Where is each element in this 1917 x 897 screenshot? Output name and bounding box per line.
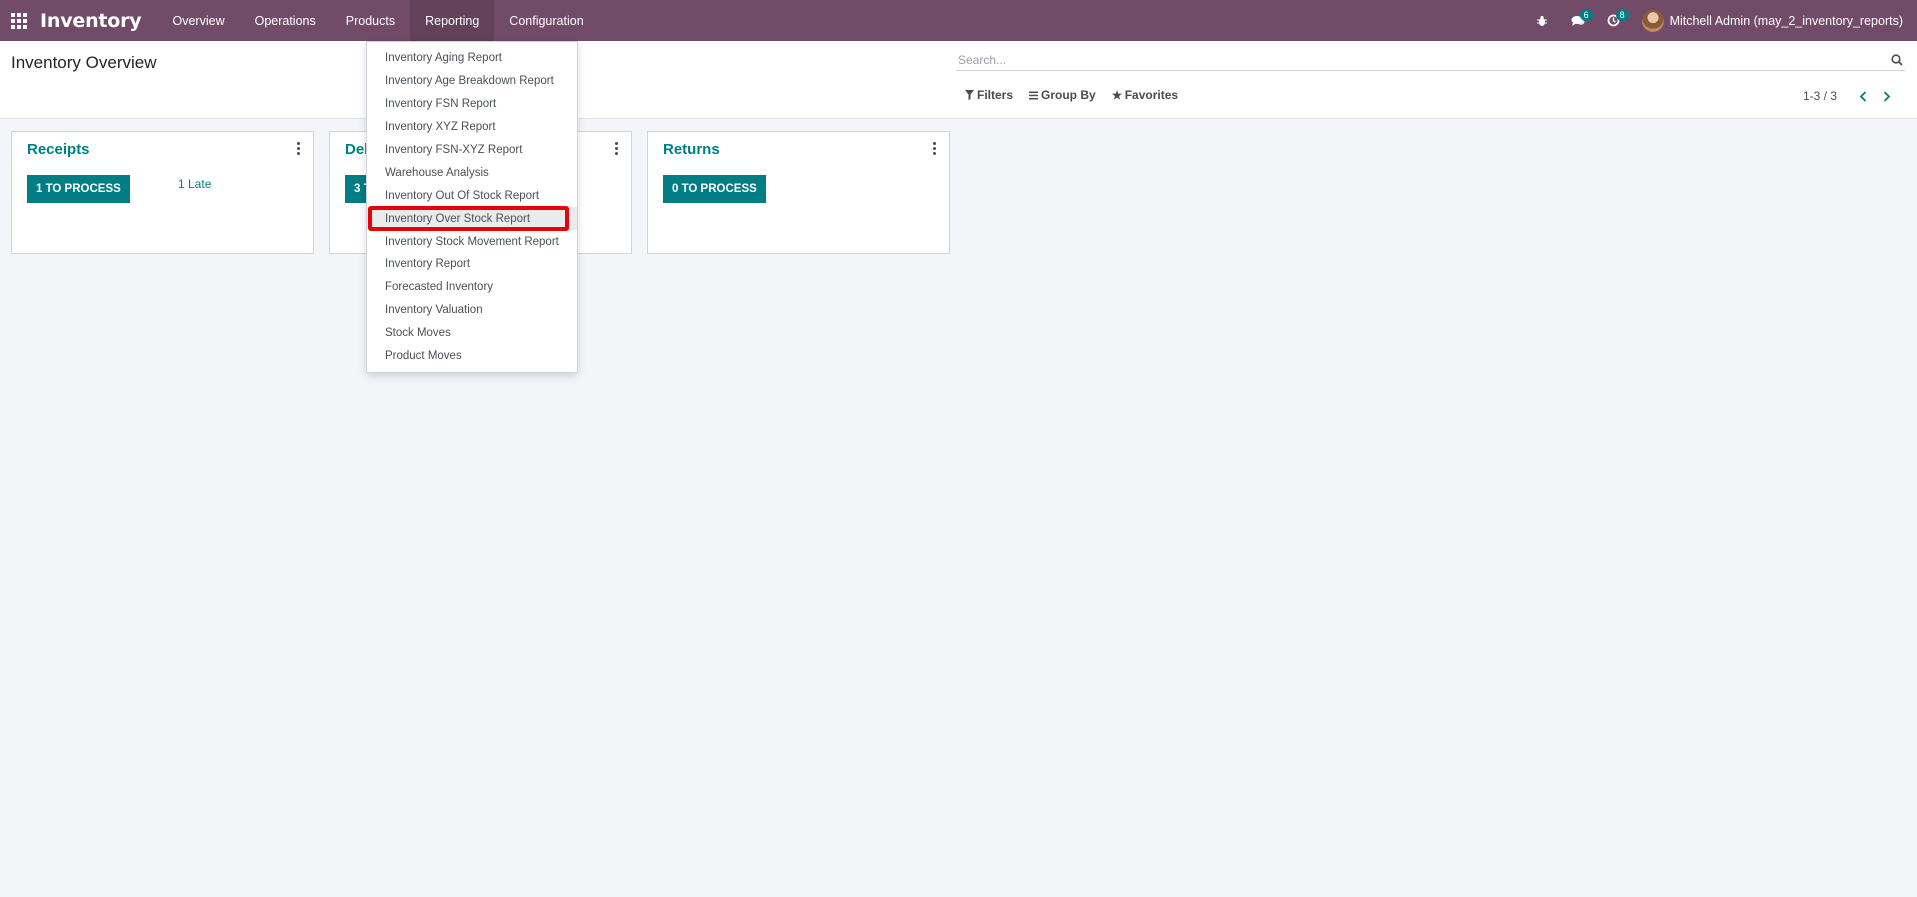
group-by-label: Group By — [1041, 88, 1096, 102]
card-menu-icon[interactable] — [611, 140, 621, 156]
to-process-button[interactable]: 1 TO PROCESS — [27, 175, 130, 203]
user-name: Mitchell Admin (may_2_inventory_reports) — [1669, 13, 1903, 28]
menu-item-inventory-fsn-xyz-report[interactable]: Inventory FSN-XYZ Report — [367, 139, 577, 162]
control-panel: Inventory Overview Filters Group By — [0, 41, 1917, 119]
menu-item-product-moves[interactable]: Product Moves — [367, 345, 577, 368]
search-bar — [956, 49, 1905, 71]
card-menu-icon[interactable] — [293, 140, 303, 156]
menu-item-inventory-out-of-stock-report[interactable]: Inventory Out Of Stock Report — [367, 184, 577, 207]
apps-grid-icon — [11, 12, 27, 29]
pager-next-button[interactable] — [1875, 86, 1899, 106]
user-menu[interactable]: Mitchell Admin (may_2_inventory_reports) — [1632, 0, 1903, 41]
chevron-right-icon — [1883, 90, 1891, 102]
menu-item-inventory-over-stock-report[interactable]: Inventory Over Stock Report — [367, 206, 577, 232]
debug-button[interactable] — [1524, 0, 1560, 41]
menu-item-inventory-stock-movement-report[interactable]: Inventory Stock Movement Report — [367, 230, 577, 253]
app-brand[interactable]: Inventory — [40, 10, 142, 32]
menu-item-inventory-fsn-report[interactable]: Inventory FSN Report — [367, 93, 577, 116]
avatar — [1641, 9, 1664, 32]
filters-label: Filters — [977, 88, 1014, 102]
page-title: Inventory Overview — [11, 53, 157, 72]
menu-products[interactable]: Products — [331, 0, 410, 41]
kanban-card-receipts: Receipts 1 TO PROCESS 1 Late — [11, 131, 314, 254]
star-icon — [1111, 90, 1122, 100]
menu-item-inventory-report[interactable]: Inventory Report — [367, 253, 577, 276]
search-input[interactable] — [956, 52, 1889, 67]
messages-count-badge: 6 — [1579, 9, 1593, 21]
pager-value[interactable]: 1-3 / 3 — [1803, 89, 1837, 103]
card-menu-icon[interactable] — [929, 140, 939, 156]
reporting-dropdown-menu: Inventory Aging Report Inventory Age Bre… — [366, 41, 578, 373]
pager-previous-button[interactable] — [1851, 86, 1875, 106]
search-icon[interactable] — [1889, 52, 1905, 68]
card-title[interactable]: Returns — [663, 141, 720, 158]
list-icon — [1029, 91, 1039, 100]
favorites-label: Favorites — [1124, 88, 1179, 102]
activities-button[interactable]: 8 — [1596, 0, 1632, 41]
menu-item-warehouse-analysis[interactable]: Warehouse Analysis — [367, 161, 577, 184]
to-process-button[interactable]: 0 TO PROCESS — [663, 175, 766, 203]
menu-item-inventory-age-breakdown-report[interactable]: Inventory Age Breakdown Report — [367, 70, 577, 93]
menu-item-inventory-xyz-report[interactable]: Inventory XYZ Report — [367, 116, 577, 139]
menu-item-inventory-aging-report[interactable]: Inventory Aging Report — [367, 47, 577, 70]
apps-menu-button[interactable] — [0, 0, 38, 41]
top-navbar: Inventory Overview Operations Products R… — [0, 0, 1917, 41]
filter-icon — [965, 90, 974, 100]
menu-item-stock-moves[interactable]: Stock Moves — [367, 322, 577, 345]
filters-button[interactable]: Filters — [965, 88, 1013, 102]
bug-icon — [1536, 15, 1547, 26]
menu-configuration[interactable]: Configuration — [494, 0, 598, 41]
menu-reporting[interactable]: Reporting — [410, 0, 495, 41]
group-by-button[interactable]: Group By — [1029, 88, 1096, 102]
pager: 1-3 / 3 — [1803, 86, 1899, 106]
favorites-button[interactable]: Favorites — [1111, 88, 1179, 102]
activities-count-badge: 8 — [1615, 9, 1629, 21]
search-options: Filters Group By Favorites — [965, 88, 1194, 102]
messages-button[interactable]: 6 — [1560, 0, 1596, 41]
card-title[interactable]: Receipts — [27, 141, 90, 158]
chevron-left-icon — [1859, 90, 1867, 102]
navbar-systray: 6 8 Mitchell Admin (may_2_inventory_repo… — [1524, 0, 1917, 41]
menu-item-forecasted-inventory[interactable]: Forecasted Inventory — [367, 276, 577, 299]
late-link[interactable]: 1 Late — [178, 177, 211, 191]
menu-operations[interactable]: Operations — [240, 0, 331, 41]
kanban-card-returns: Returns 0 TO PROCESS — [647, 131, 950, 254]
menu-overview[interactable]: Overview — [158, 0, 240, 41]
menu-item-inventory-valuation[interactable]: Inventory Valuation — [367, 299, 577, 322]
